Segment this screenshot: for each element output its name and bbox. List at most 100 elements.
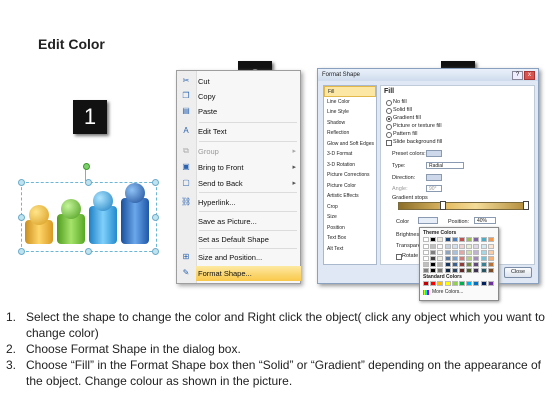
- category-line-color[interactable]: Line Color: [324, 97, 376, 108]
- menu-item-size-and-position[interactable]: Size and Position...: [196, 250, 301, 265]
- color-swatch[interactable]: [459, 281, 465, 286]
- color-swatch[interactable]: [459, 268, 465, 273]
- menu-item-hyperlink[interactable]: Hyperlink...: [196, 195, 301, 210]
- menu-item-format-shape[interactable]: Format Shape...: [196, 266, 301, 281]
- color-swatch[interactable]: [437, 256, 444, 261]
- color-swatch[interactable]: [451, 244, 458, 249]
- color-swatch[interactable]: [437, 244, 444, 249]
- color-swatch[interactable]: [466, 281, 473, 286]
- category-size[interactable]: Size: [324, 212, 376, 223]
- color-swatch[interactable]: [437, 262, 444, 267]
- color-swatch[interactable]: [444, 262, 451, 267]
- category-3d-format[interactable]: 3-D Format: [324, 149, 376, 160]
- color-swatch[interactable]: [437, 281, 444, 286]
- gradient-stop-handle[interactable]: [440, 201, 446, 210]
- color-swatch[interactable]: [444, 250, 451, 255]
- color-swatch[interactable]: [480, 281, 487, 286]
- menu-item-group[interactable]: Group: [196, 144, 301, 159]
- color-swatch[interactable]: [423, 244, 429, 249]
- menu-item-send-to-back[interactable]: Send to Back: [196, 176, 301, 191]
- color-swatch[interactable]: [487, 250, 494, 255]
- color-swatch[interactable]: [444, 237, 451, 242]
- color-swatch[interactable]: [480, 268, 487, 273]
- color-swatch[interactable]: [430, 237, 437, 242]
- color-swatch[interactable]: [473, 244, 480, 249]
- color-swatch[interactable]: [487, 244, 494, 249]
- color-swatch[interactable]: [423, 281, 429, 286]
- color-swatch[interactable]: [487, 281, 494, 286]
- color-swatch[interactable]: [459, 244, 465, 249]
- color-swatch[interactable]: [444, 256, 451, 261]
- category-picture-corrections[interactable]: Picture Corrections: [324, 170, 376, 181]
- radio-no-fill[interactable]: [386, 100, 392, 106]
- color-swatch[interactable]: [444, 281, 451, 286]
- color-dropdown-button[interactable]: [418, 217, 438, 224]
- color-swatch[interactable]: [451, 250, 458, 255]
- color-swatch[interactable]: [466, 237, 473, 242]
- color-swatch[interactable]: [444, 244, 451, 249]
- category-reflection[interactable]: Reflection: [324, 128, 376, 139]
- menu-item-bring-to-front[interactable]: Bring to Front: [196, 160, 301, 175]
- color-swatch[interactable]: [459, 237, 465, 242]
- color-swatch[interactable]: [459, 262, 465, 267]
- color-swatch[interactable]: [487, 237, 494, 242]
- color-swatch[interactable]: [430, 281, 437, 286]
- menu-item-set-default-shape[interactable]: Set as Default Shape: [196, 232, 301, 247]
- color-swatch[interactable]: [480, 244, 487, 249]
- gradient-stop-handle[interactable]: [523, 201, 529, 210]
- color-swatch[interactable]: [473, 268, 480, 273]
- color-swatch[interactable]: [444, 268, 451, 273]
- color-swatch[interactable]: [459, 256, 465, 261]
- direction-dropdown[interactable]: [426, 174, 442, 181]
- color-swatch[interactable]: [423, 237, 429, 242]
- close-button[interactable]: Close: [504, 267, 532, 278]
- category-line-style[interactable]: Line Style: [324, 107, 376, 118]
- category-3d-rotation[interactable]: 3-D Rotation: [324, 160, 376, 171]
- color-swatch[interactable]: [451, 268, 458, 273]
- color-swatch[interactable]: [466, 256, 473, 261]
- color-swatch[interactable]: [423, 250, 429, 255]
- preset-colors-dropdown[interactable]: [426, 150, 442, 157]
- color-swatch[interactable]: [473, 262, 480, 267]
- color-swatch[interactable]: [480, 256, 487, 261]
- type-dropdown[interactable]: Radial: [426, 162, 464, 169]
- category-fill[interactable]: Fill: [324, 86, 376, 97]
- color-swatch[interactable]: [466, 268, 473, 273]
- color-swatch[interactable]: [487, 268, 494, 273]
- color-swatch[interactable]: [473, 237, 480, 242]
- color-swatch[interactable]: [437, 268, 444, 273]
- category-position[interactable]: Position: [324, 223, 376, 234]
- category-text-box[interactable]: Text Box: [324, 233, 376, 244]
- gradient-stops-bar[interactable]: [398, 202, 528, 210]
- menu-item-cut[interactable]: Cut: [196, 74, 301, 89]
- close-x-button[interactable]: x: [524, 71, 535, 80]
- color-swatch[interactable]: [451, 256, 458, 261]
- angle-field[interactable]: 90°: [426, 185, 442, 192]
- menu-item-copy[interactable]: Copy: [196, 89, 301, 104]
- radio-gradient-fill[interactable]: [386, 116, 392, 122]
- radio-pattern-fill[interactable]: [386, 132, 392, 138]
- color-swatch[interactable]: [480, 237, 487, 242]
- color-swatch[interactable]: [466, 262, 473, 267]
- category-artistic-effects[interactable]: Artistic Effects: [324, 191, 376, 202]
- rotation-handle[interactable]: [83, 163, 90, 170]
- cylinder-graphic[interactable]: [22, 178, 156, 250]
- color-swatch[interactable]: [459, 250, 465, 255]
- color-swatch[interactable]: [451, 262, 458, 267]
- color-swatch[interactable]: [480, 250, 487, 255]
- color-swatch[interactable]: [451, 237, 458, 242]
- category-picture-color[interactable]: Picture Color: [324, 181, 376, 192]
- more-colors-link[interactable]: More Colors...: [432, 289, 463, 295]
- category-shadow[interactable]: Shadow: [324, 118, 376, 129]
- color-swatch[interactable]: [451, 281, 458, 286]
- color-swatch[interactable]: [430, 256, 437, 261]
- color-swatch[interactable]: [466, 250, 473, 255]
- menu-item-paste[interactable]: Paste: [196, 104, 301, 119]
- color-swatch[interactable]: [487, 256, 494, 261]
- radio-solid-fill[interactable]: [386, 108, 392, 114]
- color-swatch[interactable]: [437, 237, 444, 242]
- color-swatch[interactable]: [473, 281, 480, 286]
- color-swatch[interactable]: [480, 262, 487, 267]
- category-crop[interactable]: Crop: [324, 202, 376, 213]
- color-swatch[interactable]: [430, 244, 437, 249]
